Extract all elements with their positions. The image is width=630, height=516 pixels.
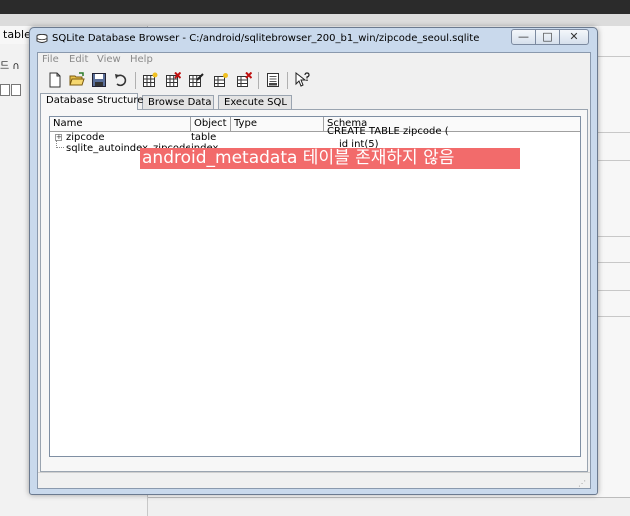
column-header-object[interactable]: Object (191, 117, 231, 131)
delete-table-icon[interactable] (165, 72, 181, 88)
toolbar-separator (135, 72, 136, 89)
row-schema: CREATE TABLE zipcode ( (327, 126, 449, 137)
column-header-name[interactable]: Name (50, 117, 191, 131)
menu-file[interactable]: File (42, 54, 59, 65)
tree-branch-line (56, 140, 64, 148)
background-divider (598, 290, 630, 291)
sqlite-browser-window: SQLite Database Browser - C:/android/sql… (29, 27, 598, 495)
tab-bar: Database Structure Browse Data Execute S… (38, 93, 590, 110)
background-align-icons (0, 84, 30, 98)
tab-execute-sql[interactable]: Execute SQL (218, 95, 292, 109)
window-client-area: File Edit View Help Database Structure B… (37, 52, 591, 489)
row-object: table (191, 132, 217, 143)
background-divider (598, 262, 630, 263)
menu-view[interactable]: View (97, 54, 121, 65)
background-toolbar (0, 14, 630, 26)
background-divider (598, 132, 630, 133)
window-title: SQLite Database Browser - C:/android/sql… (52, 33, 480, 44)
toolbar (38, 69, 590, 91)
toolbar-separator (258, 72, 259, 89)
tab-database-structure[interactable]: Database Structure (40, 93, 143, 110)
align-center-icon[interactable] (11, 84, 21, 96)
background-divider (598, 236, 630, 237)
window-title-bar[interactable]: SQLite Database Browser - C:/android/sql… (30, 28, 597, 50)
query-icon[interactable] (265, 72, 281, 88)
background-status-strip (148, 497, 630, 516)
background-tab-table[interactable]: table (0, 26, 31, 44)
annotation-label: android_metadata 테이블 존재하지 않음 (140, 148, 520, 169)
menu-help[interactable]: Help (130, 54, 153, 65)
menu-edit[interactable]: Edit (69, 54, 88, 65)
align-left-icon[interactable] (0, 84, 10, 96)
save-icon[interactable] (91, 72, 107, 88)
column-header-type[interactable]: Type (231, 117, 324, 131)
status-bar (38, 472, 590, 489)
background-right-pane (598, 26, 630, 516)
undo-icon[interactable] (113, 72, 129, 88)
maximize-button[interactable]: □ (535, 29, 560, 45)
background-title-bar (0, 0, 630, 14)
tab-browse-data[interactable]: Browse Data (142, 95, 214, 109)
background-divider (598, 160, 630, 161)
create-table-icon[interactable] (142, 72, 158, 88)
minimize-button[interactable]: — (511, 29, 536, 45)
new-database-icon[interactable] (47, 72, 63, 88)
close-button[interactable]: ✕ (559, 29, 589, 45)
resize-grip-icon[interactable]: ⋰ (578, 480, 588, 488)
background-divider (598, 316, 630, 317)
create-index-icon[interactable] (213, 72, 229, 88)
modify-table-icon[interactable] (188, 72, 204, 88)
delete-index-icon[interactable] (236, 72, 252, 88)
background-divider (598, 56, 630, 57)
background-row-text: 드 ∩ (0, 61, 20, 72)
menu-bar: File Edit View Help (38, 53, 590, 67)
toolbar-separator (287, 72, 288, 89)
row-name: zipcode (66, 132, 105, 143)
whats-this-icon[interactable] (294, 72, 310, 88)
database-icon (36, 34, 48, 43)
open-database-icon[interactable] (69, 72, 85, 88)
